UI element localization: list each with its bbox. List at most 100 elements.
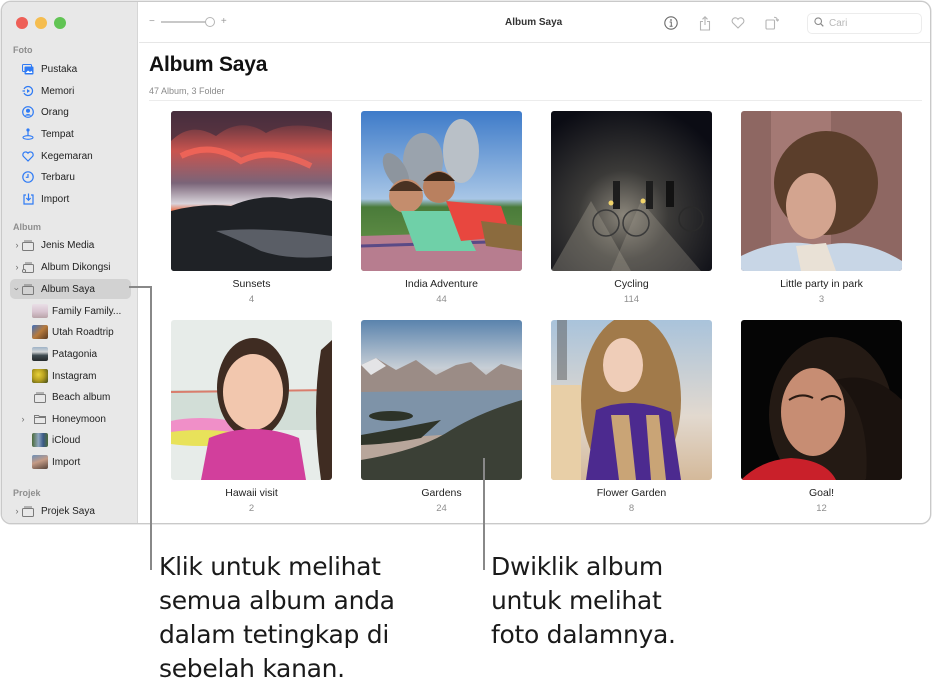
chevron-right-icon[interactable]: › xyxy=(13,262,21,272)
slider-knob[interactable] xyxy=(204,16,215,27)
chevron-down-icon[interactable]: › xyxy=(12,285,22,293)
sidebar-item-label: Instagram xyxy=(52,370,97,382)
sidebar-album-patagonia[interactable]: Patagonia xyxy=(28,344,131,364)
sidebar-item-label: Utah Roadtrip xyxy=(52,326,114,338)
sidebar-folder-honeymoon[interactable]: › Honeymoon xyxy=(22,409,131,429)
album-tile[interactable]: Flower Garden 8 xyxy=(551,320,712,514)
chevron-right-icon[interactable]: › xyxy=(13,240,21,250)
sidebar-item-label: Album Dikongsi xyxy=(41,261,111,273)
heart-icon xyxy=(22,150,34,162)
callout-leader-left-horizontal xyxy=(129,286,151,288)
favorite-heart-icon[interactable] xyxy=(730,15,746,31)
sidebar-album-icloud[interactable]: iCloud xyxy=(28,430,131,450)
photos-window: Foto Pustaka Memori Orang Tempat Kegemar… xyxy=(1,1,931,524)
sidebar-item-import[interactable]: Import xyxy=(10,189,131,209)
album-tile[interactable]: Gardens 24 xyxy=(361,320,522,514)
sidebar-item-album-saya[interactable]: › Album Saya xyxy=(10,279,131,299)
zoom-button[interactable] xyxy=(54,17,66,29)
album-cover-india-adventure[interactable] xyxy=(361,111,522,271)
sidebar-item-kegemaran[interactable]: Kegemaran xyxy=(10,146,131,166)
album-count: 3 xyxy=(818,294,825,305)
album-count: 44 xyxy=(436,294,447,305)
minimize-button[interactable] xyxy=(35,17,47,29)
album-thumbnail-icon xyxy=(32,347,48,361)
album-name: Flower Garden xyxy=(596,487,667,499)
zoom-slider[interactable]: − + xyxy=(149,16,227,27)
search-input[interactable]: Cari xyxy=(807,13,922,34)
album-cover-little-party-in-park[interactable] xyxy=(741,111,902,271)
album-tile[interactable]: India Adventure 44 xyxy=(361,111,522,305)
main-content: − + Album Saya Cari Album Saya 47 Album,… xyxy=(139,2,930,523)
toolbar: − + Album Saya Cari xyxy=(139,2,930,43)
shared-album-icon xyxy=(22,261,34,273)
album-count: 2 xyxy=(248,503,255,514)
window-controls xyxy=(16,17,66,29)
album-count: 24 xyxy=(436,503,447,514)
sidebar-item-label: Kegemaran xyxy=(41,150,93,162)
section-label-album: Album xyxy=(13,222,41,232)
chevron-right-icon[interactable]: › xyxy=(19,414,27,424)
share-icon[interactable] xyxy=(697,15,713,31)
album-thumbnail-icon xyxy=(32,369,48,383)
sidebar: Foto Pustaka Memori Orang Tempat Kegemar… xyxy=(2,2,138,523)
sidebar-album-family[interactable]: Family Family... xyxy=(28,301,131,321)
callout-leader-left-vertical xyxy=(150,286,152,570)
sidebar-item-album-dikongsi[interactable]: › Album Dikongsi xyxy=(10,257,131,277)
slider-track[interactable] xyxy=(160,20,207,23)
folder-icon xyxy=(32,412,48,426)
callout-right: Dwiklik album untuk melihat foto dalamny… xyxy=(491,550,676,652)
info-icon[interactable] xyxy=(663,15,679,31)
album-tile[interactable]: Sunsets 4 xyxy=(171,111,332,305)
sidebar-item-label: Pustaka xyxy=(41,63,78,75)
people-icon xyxy=(22,106,34,118)
sidebar-album-import[interactable]: Import xyxy=(28,452,131,472)
sidebar-item-label: Projek Saya xyxy=(41,505,95,517)
sidebar-item-label: Tempat xyxy=(41,128,74,140)
album-tile[interactable]: Goal! 12 xyxy=(741,320,902,514)
album-count: 12 xyxy=(816,503,827,514)
sidebar-item-tempat[interactable]: Tempat xyxy=(10,124,131,144)
sidebar-item-label: iCloud xyxy=(52,434,81,446)
callout-line: sebelah kanan. xyxy=(159,654,345,683)
sidebar-album-beach[interactable]: Beach album xyxy=(28,387,131,407)
album-tile[interactable]: Little party in park 3 xyxy=(741,111,902,305)
section-label-foto: Foto xyxy=(13,45,33,55)
sidebar-item-label: Honeymoon xyxy=(52,413,106,425)
album-name: Sunsets xyxy=(232,278,271,290)
album-name: Little party in park xyxy=(780,278,863,290)
album-cover-hawaii-visit[interactable] xyxy=(171,320,332,480)
album-cover-goal[interactable] xyxy=(741,320,902,480)
rotate-icon[interactable] xyxy=(764,15,780,31)
album-name: Goal! xyxy=(808,487,835,499)
zoom-in-icon[interactable]: + xyxy=(221,16,227,27)
album-cover-sunsets[interactable] xyxy=(171,111,332,271)
album-thumbnail-icon xyxy=(32,325,48,339)
sidebar-album-instagram[interactable]: Instagram xyxy=(28,366,131,386)
album-name: Cycling xyxy=(614,278,649,290)
chevron-right-icon[interactable]: › xyxy=(13,506,21,516)
window-title: Album Saya xyxy=(505,17,563,28)
sidebar-item-terbaru[interactable]: Terbaru xyxy=(10,167,131,187)
sidebar-item-label: Beach album xyxy=(52,391,111,403)
close-button[interactable] xyxy=(16,17,28,29)
sidebar-album-utah-roadtrip[interactable]: Utah Roadtrip xyxy=(28,322,131,342)
album-tile[interactable]: Hawaii visit 2 xyxy=(171,320,332,514)
album-cover-cycling[interactable] xyxy=(551,111,712,271)
album-thumbnail-icon xyxy=(32,304,48,318)
album-name: Hawaii visit xyxy=(225,487,278,499)
sidebar-item-label: Terbaru xyxy=(41,171,75,183)
album-count: 8 xyxy=(628,503,635,514)
empty-album-icon xyxy=(32,390,48,404)
album-tile[interactable]: Cycling 114 xyxy=(551,111,712,305)
sidebar-item-jenis-media[interactable]: › Jenis Media xyxy=(10,235,131,255)
zoom-out-icon[interactable]: − xyxy=(149,16,155,27)
album-cover-gardens[interactable] xyxy=(361,320,522,480)
sidebar-item-memori[interactable]: Memori xyxy=(10,81,131,101)
album-thumbnail-icon xyxy=(32,433,48,447)
sidebar-item-projek-saya[interactable]: › Projek Saya xyxy=(10,501,131,521)
sidebar-item-pustaka[interactable]: Pustaka xyxy=(10,59,131,79)
sidebar-item-orang[interactable]: Orang xyxy=(10,102,131,122)
album-cover-flower-garden[interactable] xyxy=(551,320,712,480)
album-count: 114 xyxy=(623,294,640,305)
callout-line: foto dalamnya. xyxy=(491,620,676,649)
